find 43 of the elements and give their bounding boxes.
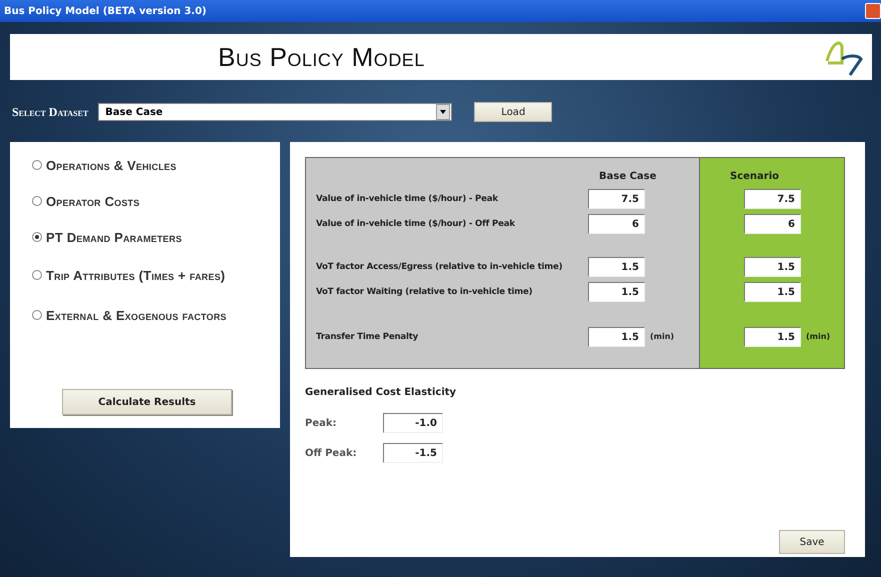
dataset-label: Select Dataset: [12, 104, 88, 120]
number-field[interactable]: 6: [588, 214, 645, 234]
section-label[interactable]: External & Exogenous factors: [46, 308, 227, 322]
dataset-dropdown[interactable]: Base Case: [98, 103, 452, 121]
number-field[interactable]: 1.5: [588, 282, 645, 302]
section-label[interactable]: PT Demand Parameters: [46, 230, 182, 244]
column-header: Scenario: [730, 170, 780, 182]
parameter-label: Value of in-vehicle time ($/hour) - Peak: [316, 194, 499, 204]
radio-button[interactable]: [32, 160, 42, 170]
number-field[interactable]: 6: [744, 214, 801, 234]
number-field[interactable]: 7.5: [744, 188, 801, 208]
section-title: Generalised Cost Elasticity: [305, 387, 458, 398]
number-field[interactable]: -1.0: [383, 413, 443, 433]
section-label[interactable]: Operations & Vehicles: [46, 158, 176, 172]
app-title: Bus Policy Model: [218, 42, 425, 72]
section-label[interactable]: Operator Costs: [46, 194, 140, 208]
parameter-label: VoT factor Access/Egress (relative to in-vehicle time): [316, 262, 564, 272]
parameter-label: Value of in-vehicle time ($/hour) - Off Peak: [316, 218, 516, 228]
load-button[interactable]: Load: [474, 102, 552, 122]
close-button[interactable]: [865, 3, 881, 19]
number-field[interactable]: 1.5: [588, 256, 645, 276]
radio-button[interactable]: [32, 270, 42, 280]
number-field[interactable]: 1.5: [588, 326, 645, 346]
unit-label: (min): [806, 332, 830, 341]
radio-button[interactable]: [32, 196, 42, 206]
caret-icon: [440, 110, 446, 114]
field-label: Off Peak:: [305, 448, 358, 458]
field-label: Peak:: [305, 418, 338, 428]
number-field[interactable]: 1.5: [744, 282, 801, 302]
save-button[interactable]: Save: [779, 530, 845, 554]
column-header: Base Case: [599, 170, 656, 182]
number-field[interactable]: -1.5: [383, 443, 443, 463]
section-label[interactable]: Trip Attributes (Times + fares): [46, 268, 226, 282]
window-title: Bus Policy Model (BETA version 3.0): [4, 6, 206, 16]
parameter-label: VoT factor Waiting (relative to in-vehicle time): [316, 286, 534, 296]
radio-button[interactable]: [32, 310, 42, 320]
radio-button[interactable]: [32, 232, 42, 242]
unit-label: (min): [650, 332, 674, 341]
number-field[interactable]: 1.5: [744, 326, 801, 346]
number-field[interactable]: 7.5: [588, 188, 645, 208]
number-field[interactable]: 1.5: [744, 256, 801, 276]
calculate-button[interactable]: Calculate Results: [62, 389, 232, 415]
parameter-label: Transfer Time Penalty: [316, 332, 420, 342]
